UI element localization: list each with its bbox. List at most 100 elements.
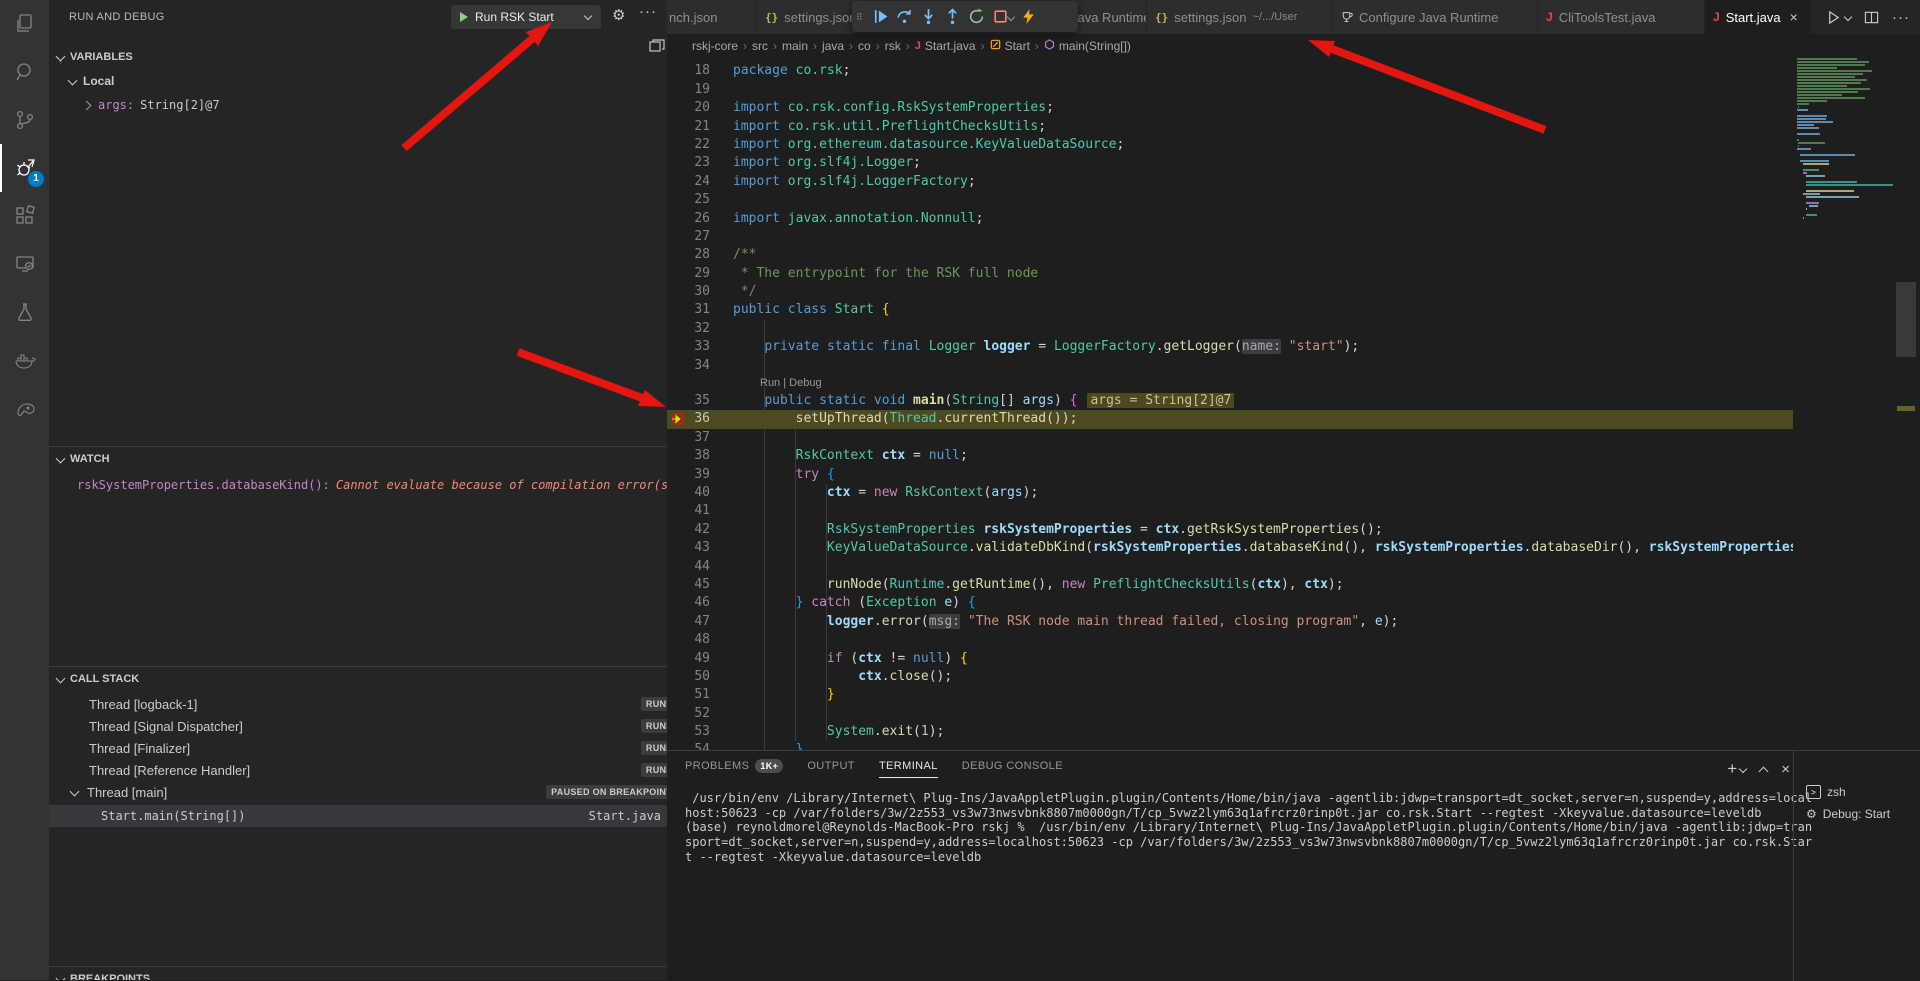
line-number[interactable]: 18 bbox=[667, 62, 710, 80]
code-line-38[interactable]: 38 RskContext ctx = null; bbox=[667, 447, 1793, 465]
line-number[interactable]: 46 bbox=[667, 594, 710, 612]
breadcrumb-item[interactable]: co bbox=[858, 39, 871, 53]
breadcrumb-item[interactable]: rsk bbox=[885, 39, 901, 53]
maximize-panel-icon[interactable] bbox=[1759, 766, 1769, 776]
line-number[interactable]: 28 bbox=[667, 246, 710, 264]
docker-icon[interactable] bbox=[0, 336, 49, 384]
code-line-22[interactable]: 22import org.ethereum.datasource.KeyValu… bbox=[667, 136, 1793, 154]
line-number[interactable]: 45 bbox=[667, 576, 710, 594]
line-number[interactable]: 30 bbox=[667, 283, 710, 301]
breadcrumb-item[interactable]: main(String[]) bbox=[1044, 39, 1131, 53]
code-line-33[interactable]: 33 private static final Logger logger = … bbox=[667, 338, 1793, 356]
line-number[interactable]: 21 bbox=[667, 118, 710, 136]
code-line-50[interactable]: 50 ctx.close(); bbox=[667, 668, 1793, 686]
chevron-down-icon[interactable] bbox=[1844, 13, 1852, 21]
call-stack-thread-row[interactable]: Thread [Reference Handler]RUNNING bbox=[49, 759, 667, 781]
code-line-37[interactable]: 37 bbox=[667, 429, 1793, 447]
hot-code-replace-icon[interactable] bbox=[1016, 5, 1040, 29]
call-stack-section-header[interactable]: CALL STACK bbox=[49, 668, 667, 690]
breadcrumb-item[interactable]: rskj-core bbox=[692, 39, 738, 53]
line-number[interactable]: 47 bbox=[667, 613, 710, 631]
line-number[interactable]: 34 bbox=[667, 357, 710, 375]
panel-tab-output[interactable]: OUTPUT bbox=[807, 759, 855, 778]
code-line-25[interactable]: 25 bbox=[667, 191, 1793, 209]
code-line-47[interactable]: 47 logger.error(msg: "The RSK node main … bbox=[667, 613, 1793, 631]
run-config-dropdown[interactable]: Run RSK Start bbox=[451, 5, 601, 29]
code-line-48[interactable]: 48 bbox=[667, 631, 1793, 649]
editor-layout-icon[interactable] bbox=[649, 39, 665, 53]
call-stack-frame-row[interactable]: Start.main(String[])Start.java36:1 bbox=[49, 805, 667, 827]
continue-button[interactable] bbox=[868, 5, 892, 29]
split-editor-icon[interactable] bbox=[1864, 10, 1879, 25]
new-terminal-button[interactable]: + bbox=[1727, 759, 1746, 779]
tab-nch-json[interactable]: nch.json bbox=[667, 0, 757, 34]
line-number[interactable]: 24 bbox=[667, 173, 710, 191]
code-lens-run-debug[interactable]: Run | Debug bbox=[667, 375, 1793, 392]
call-stack-thread-row[interactable]: Thread [Finalizer]RUNNING bbox=[49, 737, 667, 759]
code-line-21[interactable]: 21import co.rsk.util.PreflightChecksUtil… bbox=[667, 118, 1793, 136]
line-number[interactable]: 33 bbox=[667, 338, 710, 356]
line-number[interactable]: 44 bbox=[667, 558, 710, 576]
code-line-34[interactable]: 34 bbox=[667, 357, 1793, 375]
line-number[interactable]: 35 bbox=[667, 392, 710, 410]
call-stack-thread-row[interactable]: Thread [logback-1]RUNNING bbox=[49, 693, 667, 715]
line-number[interactable]: 37 bbox=[667, 429, 710, 447]
code-line-43[interactable]: 43 KeyValueDataSource.validateDbKind(rsk… bbox=[667, 539, 1793, 557]
code-line-23[interactable]: 23import org.slf4j.Logger; bbox=[667, 154, 1793, 172]
panel-tab-problems[interactable]: PROBLEMS1K+ bbox=[685, 759, 783, 778]
line-number[interactable]: 29 bbox=[667, 265, 710, 283]
breadcrumb-item[interactable]: Start bbox=[990, 39, 1030, 53]
code-line-41[interactable]: 41 bbox=[667, 502, 1793, 520]
chevron-down-icon[interactable] bbox=[584, 11, 592, 19]
restart-button[interactable] bbox=[964, 5, 988, 29]
code-line-52[interactable]: 52 bbox=[667, 705, 1793, 723]
source-control-icon[interactable] bbox=[0, 96, 49, 144]
variables-scope-local[interactable]: Local bbox=[49, 70, 667, 92]
line-number[interactable]: 32 bbox=[667, 320, 710, 338]
code-line-18[interactable]: 18package co.rsk; bbox=[667, 62, 1793, 80]
code-line-35[interactable]: 35 public static void main(String[] args… bbox=[667, 392, 1793, 410]
breakpoints-section-header[interactable]: BREAKPOINTS bbox=[49, 968, 667, 980]
watch-expression-row[interactable]: rskSystemProperties.databaseKind(): Cann… bbox=[49, 474, 667, 496]
variables-section-header[interactable]: VARIABLES bbox=[49, 46, 667, 68]
code-line-54[interactable]: 54 } bbox=[667, 741, 1793, 750]
gradle-icon[interactable] bbox=[0, 384, 49, 432]
line-number[interactable]: 22 bbox=[667, 136, 710, 154]
panel-tab-terminal[interactable]: TERMINAL bbox=[879, 759, 938, 778]
close-icon[interactable]: × bbox=[1790, 9, 1798, 25]
code-editor[interactable]: 17 */18package co.rsk;1920import co.rsk.… bbox=[667, 58, 1793, 750]
code-line-30[interactable]: 30 */ bbox=[667, 283, 1793, 301]
line-number[interactable]: 48 bbox=[667, 631, 710, 649]
minimap[interactable] bbox=[1793, 58, 1893, 750]
call-stack-thread-row[interactable]: Thread [main]PAUSED ON BREAKPOINT bbox=[49, 781, 667, 803]
line-number[interactable]: 54 bbox=[667, 741, 710, 750]
code-line-53[interactable]: 53 System.exit(1); bbox=[667, 723, 1793, 741]
line-number[interactable]: 25 bbox=[667, 191, 710, 209]
step-out-button[interactable] bbox=[940, 5, 964, 29]
chevron-down-icon[interactable] bbox=[1739, 765, 1747, 773]
line-number[interactable]: 39 bbox=[667, 466, 710, 484]
terminal-instance-debug-start[interactable]: ⚙Debug: Start bbox=[1800, 803, 1920, 825]
line-number[interactable]: 31 bbox=[667, 301, 710, 319]
breadcrumb-item[interactable]: JStart.java bbox=[915, 39, 976, 53]
code-line-20[interactable]: 20import co.rsk.config.RskSystemProperti… bbox=[667, 99, 1793, 117]
code-line-27[interactable]: 27 bbox=[667, 228, 1793, 246]
testing-icon[interactable] bbox=[0, 288, 49, 336]
code-line-36[interactable]: 36 setUpThread(Thread.currentThread()); bbox=[667, 410, 1793, 428]
explorer-icon[interactable] bbox=[0, 0, 49, 48]
terminal-output[interactable]: /usr/bin/env /Library/Internet\ Plug-Ins… bbox=[685, 791, 1775, 865]
code-line-44[interactable]: 44 bbox=[667, 558, 1793, 576]
call-stack-thread-row[interactable]: Thread [Signal Dispatcher]RUNNING bbox=[49, 715, 667, 737]
code-line-31[interactable]: 31public class Start { bbox=[667, 301, 1793, 319]
watch-section-header[interactable]: WATCH bbox=[49, 448, 667, 470]
line-number[interactable]: 52 bbox=[667, 705, 710, 723]
line-number[interactable]: 53 bbox=[667, 723, 710, 741]
panel-tab-debug-console[interactable]: DEBUG CONSOLE bbox=[962, 759, 1063, 778]
line-number[interactable]: 51 bbox=[667, 686, 710, 704]
code-line-19[interactable]: 19 bbox=[667, 81, 1793, 99]
code-line-42[interactable]: 42 RskSystemProperties rskSystemProperti… bbox=[667, 521, 1793, 539]
remote-explorer-icon[interactable] bbox=[0, 240, 49, 288]
scrollbar-thumb[interactable] bbox=[1896, 282, 1916, 357]
search-icon[interactable] bbox=[0, 48, 49, 96]
code-line-40[interactable]: 40 ctx = new RskContext(args); bbox=[667, 484, 1793, 502]
